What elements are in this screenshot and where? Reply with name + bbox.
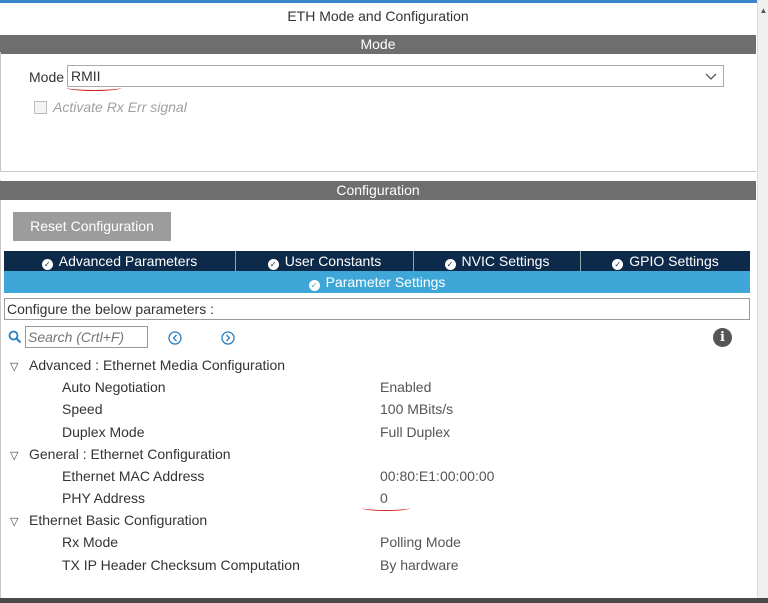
tab-gpio-settings[interactable]: ✓ GPIO Settings — [581, 251, 750, 271]
tab-label: Advanced Parameters — [58, 253, 198, 269]
group-general-ethernet[interactable]: ▽ General : Ethernet Configuration — [10, 446, 231, 462]
param-value[interactable]: Enabled — [380, 379, 431, 395]
param-name: Auto Negotiation — [62, 379, 166, 395]
chevron-down-icon: ▽ — [10, 516, 19, 528]
tab-label: User Constants — [284, 253, 382, 269]
vertical-scrollbar[interactable]: ▲ — [757, 0, 768, 603]
tab-label: GPIO Settings — [629, 253, 719, 269]
param-value[interactable]: Full Duplex — [380, 424, 450, 440]
param-name: Rx Mode — [62, 534, 119, 550]
annotation-underline-mode — [66, 84, 122, 91]
window-top-border — [0, 0, 768, 3]
param-name: TX IP Header Checksum Computation — [62, 557, 300, 573]
mode-select[interactable]: RMII — [67, 65, 724, 87]
check-circle-icon: ✓ — [41, 259, 53, 270]
chevron-down-icon — [704, 66, 718, 92]
mode-select-value: RMII — [71, 68, 101, 84]
rx-err-checkbox-label: Activate Rx Err signal — [53, 99, 187, 115]
settings-tabs: ✓ Advanced Parameters ✓ User Constants ✓ NV… — [4, 251, 750, 271]
tab-advanced-parameters[interactable]: ✓ Advanced Parameters — [4, 251, 236, 271]
check-circle-icon: ✓ — [267, 259, 279, 270]
check-circle-icon: ✓ — [444, 259, 456, 270]
chevron-down-icon: ▽ — [10, 361, 19, 373]
search-input[interactable] — [25, 326, 148, 348]
mode-label: Mode — [29, 69, 65, 85]
scroll-up-icon[interactable]: ▲ — [758, 6, 768, 15]
next-result-icon[interactable] — [221, 331, 235, 345]
param-name: Speed — [62, 401, 103, 417]
group-title: Ethernet Basic Configuration — [29, 512, 208, 528]
tab-label: NVIC Settings — [461, 253, 550, 269]
group-advanced-media[interactable]: ▽ Advanced : Ethernet Media Configuration — [10, 357, 285, 373]
param-name: Ethernet MAC Address — [62, 468, 205, 484]
group-title: Advanced : Ethernet Media Configuration — [29, 357, 286, 373]
param-value[interactable]: 00:80:E1:00:00:00 — [380, 468, 494, 484]
tab-parameter-settings[interactable]: ✓ Parameter Settings — [4, 271, 750, 293]
annotation-underline-phy — [362, 505, 410, 511]
parameters-hint: Configure the below parameters : — [4, 298, 750, 320]
search-icon[interactable] — [8, 330, 22, 344]
chevron-down-icon: ▽ — [10, 450, 19, 462]
param-name: Duplex Mode — [62, 424, 145, 440]
param-value[interactable]: 0 — [380, 490, 388, 506]
window-bottom-border — [0, 598, 768, 603]
param-value[interactable]: 100 MBits/s — [380, 401, 453, 417]
info-icon[interactable]: i — [713, 328, 732, 347]
group-ethernet-basic[interactable]: ▽ Ethernet Basic Configuration — [10, 512, 207, 528]
rx-err-checkbox[interactable] — [34, 101, 47, 114]
param-value[interactable]: Polling Mode — [380, 534, 461, 550]
param-name: PHY Address — [62, 490, 146, 506]
param-value[interactable]: By hardware — [380, 557, 459, 573]
tab-label: Parameter Settings — [325, 274, 446, 290]
check-circle-icon: ✓ — [308, 280, 320, 291]
window-title: ETH Mode and Configuration — [287, 8, 469, 24]
group-title: General : Ethernet Configuration — [29, 446, 231, 462]
tab-nvic-settings[interactable]: ✓ NVIC Settings — [414, 251, 581, 271]
tab-user-constants[interactable]: ✓ User Constants — [236, 251, 414, 271]
configuration-section-header: Configuration — [0, 181, 756, 200]
reset-configuration-button[interactable]: Reset Configuration — [13, 212, 171, 241]
check-circle-icon: ✓ — [612, 259, 624, 270]
previous-result-icon[interactable] — [168, 331, 182, 345]
